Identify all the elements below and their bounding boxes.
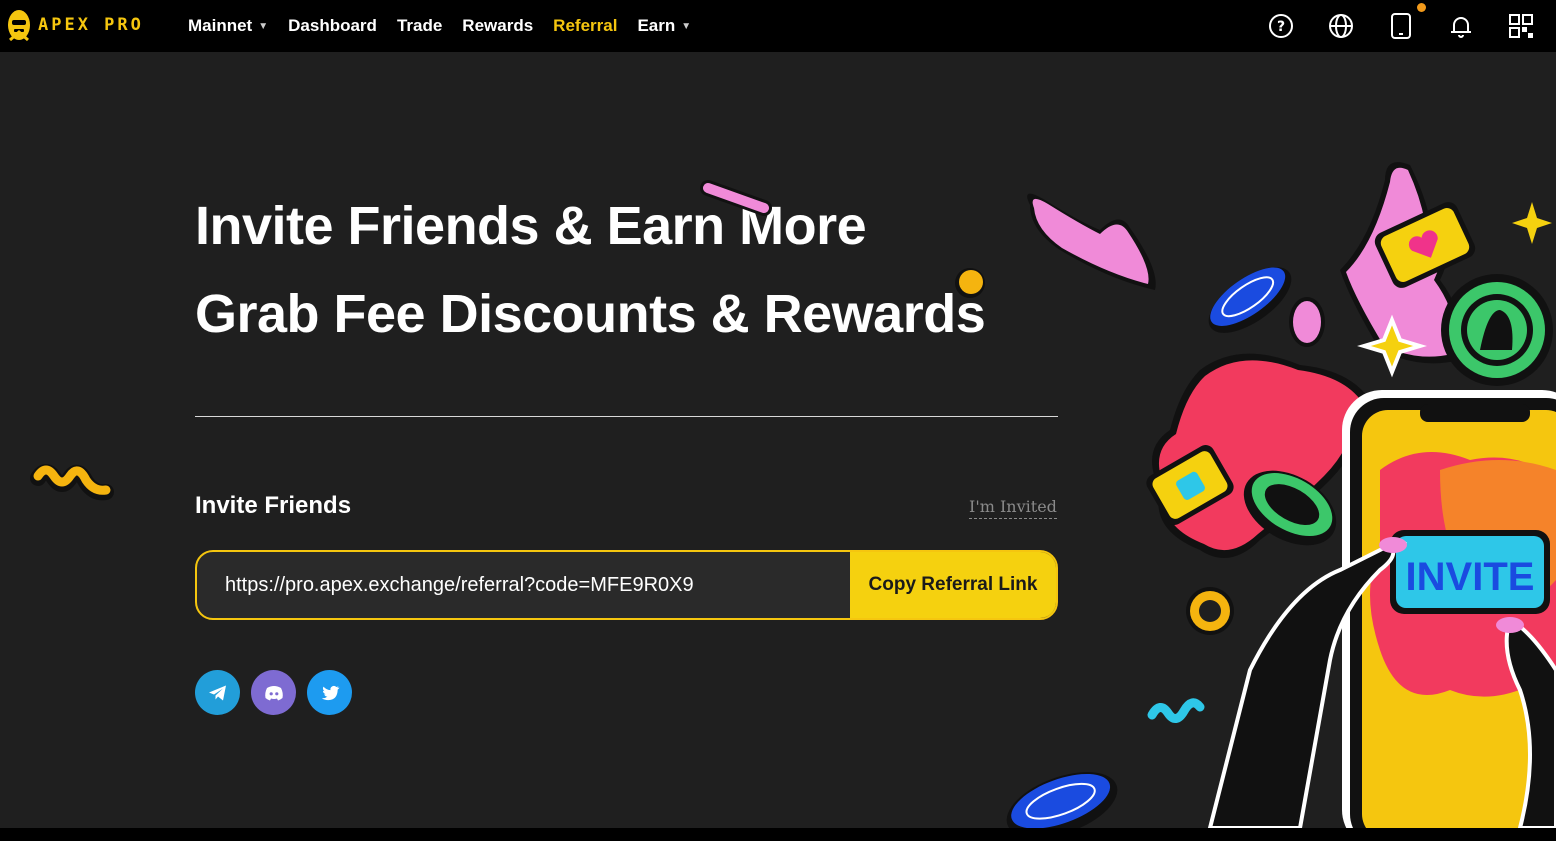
social-share-buttons bbox=[195, 670, 352, 715]
nav-rewards-label: Rewards bbox=[462, 16, 534, 35]
nav-trade-label: Trade bbox=[396, 16, 443, 35]
apex-logo-icon bbox=[8, 10, 30, 42]
nav-referral[interactable]: Referral bbox=[553, 16, 617, 36]
chevron-down-icon: ▼ bbox=[258, 20, 269, 32]
nav-earn-label: Earn bbox=[637, 16, 676, 35]
nav-dashboard[interactable]: Dashboard bbox=[288, 16, 377, 36]
help-icon[interactable]: ? bbox=[1268, 13, 1294, 39]
chevron-down-icon: ▼ bbox=[681, 20, 692, 32]
nav-dashboard-label: Dashboard bbox=[288, 16, 377, 35]
yellow-squiggle-decoration bbox=[30, 464, 114, 501]
toolbar-icons: ? bbox=[1268, 3, 1534, 44]
phone-invite-label: INVITE bbox=[1406, 555, 1535, 599]
nav-earn[interactable]: Earn ▼ bbox=[637, 16, 691, 36]
im-invited-link[interactable]: I'm Invited bbox=[969, 497, 1057, 519]
hero-line-2: Grab Fee Discounts & Rewards bbox=[195, 284, 986, 344]
referral-link-box: Copy Referral Link bbox=[195, 550, 1058, 620]
apex-logo[interactable]: APEX PRO bbox=[6, 4, 144, 46]
brand-name: APEX PRO bbox=[38, 15, 144, 35]
page-title: Invite Friends & Earn More Grab Fee Disc… bbox=[195, 182, 1095, 358]
copy-referral-link-button[interactable]: Copy Referral Link bbox=[850, 552, 1056, 618]
twitter-icon[interactable] bbox=[307, 670, 352, 715]
nav-trade[interactable]: Trade bbox=[397, 16, 442, 36]
svg-text:?: ? bbox=[1277, 19, 1285, 35]
telegram-icon[interactable] bbox=[195, 670, 240, 715]
invite-friends-heading: Invite Friends bbox=[195, 492, 352, 519]
main-nav: Mainnet ▼ Dashboard Trade Rewards Referr… bbox=[188, 0, 711, 52]
nav-rewards[interactable]: Rewards bbox=[462, 16, 533, 36]
qr-code-icon[interactable] bbox=[1508, 13, 1534, 39]
globe-icon[interactable] bbox=[1328, 13, 1354, 39]
bell-icon[interactable] bbox=[1448, 13, 1474, 39]
network-label: Mainnet bbox=[188, 16, 253, 35]
footer-strip bbox=[0, 828, 1556, 841]
top-navigation-bar: APEX PRO Mainnet ▼ Dashboard Trade Rewar… bbox=[0, 0, 1556, 52]
network-selector[interactable]: Mainnet ▼ bbox=[188, 16, 268, 36]
discord-icon[interactable] bbox=[251, 670, 296, 715]
section-divider bbox=[195, 416, 1058, 417]
mobile-icon[interactable] bbox=[1388, 3, 1426, 39]
hero-line-1: Invite Friends & Earn More bbox=[195, 196, 867, 256]
notification-dot bbox=[1417, 3, 1426, 12]
referral-link-input[interactable] bbox=[197, 552, 850, 618]
nav-referral-label: Referral bbox=[553, 16, 618, 35]
